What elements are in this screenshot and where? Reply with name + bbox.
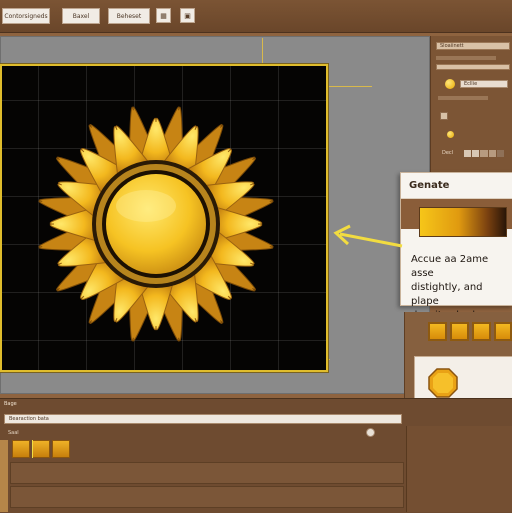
small-checkbox[interactable]: [440, 112, 448, 120]
color-dot[interactable]: [445, 79, 455, 89]
gradient-preview[interactable]: [419, 207, 507, 237]
inspector-header: [436, 64, 510, 70]
bottom-swatch-2[interactable]: [32, 440, 50, 458]
left-color-bar: [0, 440, 8, 512]
playhead[interactable]: [32, 440, 33, 458]
swatch-1[interactable]: [428, 322, 447, 341]
bottom-panel-title: Bage: [4, 401, 17, 407]
bottom-right-panel: [406, 426, 512, 512]
inspector-slider[interactable]: [436, 56, 496, 60]
swatch-2[interactable]: [450, 322, 469, 341]
value-field[interactable]: Ecllie: [460, 80, 508, 88]
color-dot-2[interactable]: [447, 131, 454, 138]
brand-button[interactable]: Contorsigneds: [2, 8, 50, 24]
generate-dialog: Genate Accue aa 2ame asse distightly, an…: [400, 172, 512, 321]
inspector-slider-2[interactable]: [438, 96, 488, 100]
dialog-title: Genate: [401, 173, 512, 199]
sub-label: Saal: [8, 430, 19, 436]
grid-icon[interactable]: ▦: [156, 8, 171, 23]
timeline-track-1[interactable]: [10, 462, 404, 484]
search-input[interactable]: Bearaction bata: [4, 414, 402, 424]
swatch-4[interactable]: [494, 322, 512, 341]
beheset-button[interactable]: Beheset: [108, 8, 150, 24]
radio-button[interactable]: [366, 428, 375, 437]
sun-icon[interactable]: [30, 90, 282, 346]
bottom-label: Decl: [442, 150, 454, 156]
octagon-icon[interactable]: [428, 368, 458, 398]
swatch-3[interactable]: [472, 322, 491, 341]
inspector-field[interactable]: Sloaiinett: [436, 42, 510, 50]
timeline-track-2[interactable]: [10, 486, 404, 508]
arrow-icon: [333, 224, 403, 248]
baxel-button[interactable]: Baxel: [62, 8, 100, 24]
image-icon[interactable]: ▣: [180, 8, 195, 23]
bottom-swatch-3[interactable]: [52, 440, 70, 458]
bottom-swatch-1[interactable]: [12, 440, 30, 458]
step-bar[interactable]: [464, 150, 505, 157]
